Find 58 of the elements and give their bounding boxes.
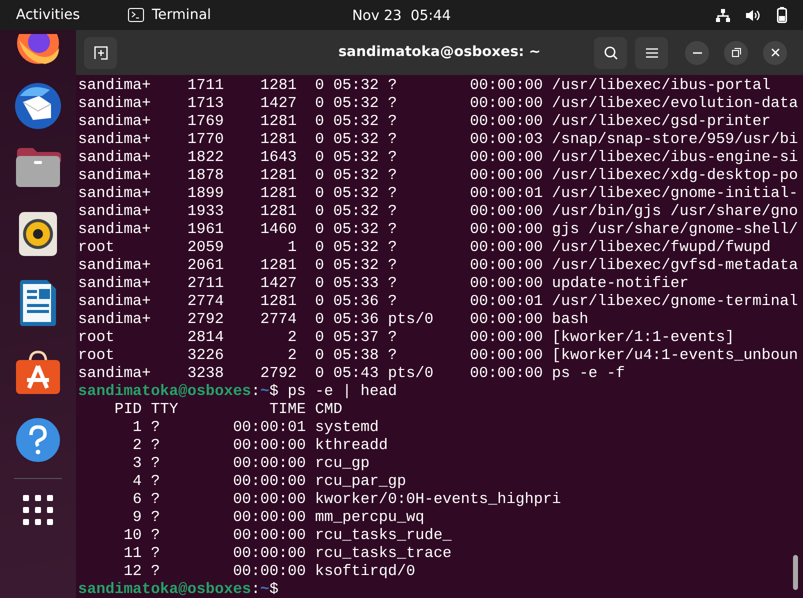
help-icon[interactable] bbox=[16, 418, 60, 462]
browser-icon[interactable] bbox=[15, 34, 61, 66]
output-line: sandima+ 1899 1281 0 05:32 ? 00:00:01 /usr/libexec/gnome-initial- bbox=[78, 184, 798, 202]
output-line: sandima+ 2774 1281 0 05:36 ? 00:00:01 /usr/libexec/gnome-terminal bbox=[78, 292, 798, 310]
output-line: sandima+ 3238 2792 0 05:43 pts/0 00:00:00 ps -e -f bbox=[78, 364, 625, 382]
close-icon bbox=[770, 48, 780, 57]
output-line: sandima+ 1822 1643 0 05:32 ? 00:00:00 /usr/libexec/ibus-engine-si bbox=[78, 148, 798, 166]
output-line: sandima+ 1769 1281 0 05:32 ? 00:00:00 /usr/libexec/gsd-printer bbox=[78, 112, 771, 130]
output-line: 11 ? 00:00:00 rcu_tasks_trace bbox=[122, 544, 452, 562]
output-line: sandima+ 2711 1427 0 05:33 ? 00:00:00 update-notifier bbox=[78, 274, 689, 292]
clock[interactable]: Nov 23 05:44 bbox=[352, 6, 451, 27]
speaker-icon[interactable] bbox=[19, 212, 57, 256]
output-line: sandima+ 1711 1281 0 05:32 ? 00:00:00 /usr/libexec/ibus-portal bbox=[78, 76, 771, 94]
scrollbar-thumb[interactable] bbox=[793, 555, 798, 590]
output-line: sandima+ 1961 1460 0 05:32 ? 00:00:00 gjs /usr/share/gnome-shell/ bbox=[78, 220, 798, 238]
output-line: PID TTY TIME CMD bbox=[113, 400, 342, 418]
output-line: sandima+ 1933 1281 0 05:32 ? 00:00:00 /usr/bin/gjs /usr/share/gno bbox=[78, 202, 798, 220]
output-line: 1 ? 00:00:01 systemd bbox=[132, 418, 379, 436]
network-icon[interactable] bbox=[716, 8, 730, 22]
close-button[interactable] bbox=[763, 40, 787, 64]
restore-icon bbox=[732, 48, 740, 57]
output-line: 2 ? 00:00:00 kthreadd bbox=[132, 436, 388, 454]
volume-icon[interactable] bbox=[746, 8, 761, 22]
output-line: sandima+ 2792 2774 0 05:36 pts/0 00:00:00 bash bbox=[78, 310, 588, 328]
shopping-bag-icon[interactable] bbox=[15, 350, 61, 394]
terminal-icon bbox=[128, 8, 144, 22]
prompt-line: sandimatoka@osboxes:~$ ps -e | head bbox=[78, 382, 398, 400]
folder-icon[interactable] bbox=[15, 146, 61, 188]
mail-icon[interactable] bbox=[14, 82, 62, 130]
output-line: 4 ? 00:00:00 rcu_par_gp bbox=[132, 472, 406, 490]
output-line: root 2059 1 0 05:32 ? 00:00:00 /usr/libexec/fwupd/fwupd bbox=[78, 238, 771, 256]
output-line: 12 ? 00:00:00 ksoftirqd/0 bbox=[122, 562, 416, 580]
minimize-icon bbox=[692, 52, 702, 54]
output-line: sandima+ 2061 1281 0 05:32 ? 00:00:00 /usr/libexec/gvfsd-metadata bbox=[78, 256, 798, 274]
menu-button[interactable] bbox=[635, 36, 668, 68]
output-line: sandima+ 1713 1427 0 05:32 ? 00:00:00 /usr/libexec/evolution-data bbox=[78, 94, 798, 112]
app-menu[interactable]: Terminal bbox=[152, 4, 212, 26]
output-line: root 2814 2 0 05:37 ? 00:00:00 [kworker/1:1-events] bbox=[78, 328, 734, 346]
output-line: 10 ? 00:00:00 rcu_tasks_rude_ bbox=[122, 526, 452, 544]
output-line: 6 ? 00:00:00 kworker/0:0H-events_highpri bbox=[132, 490, 562, 508]
new-tab-icon bbox=[94, 46, 108, 60]
menu-icon bbox=[646, 48, 658, 58]
maximize-button[interactable] bbox=[724, 40, 748, 64]
battery-icon[interactable] bbox=[777, 7, 787, 23]
activities-button[interactable]: Activities bbox=[16, 4, 80, 26]
output-line: 9 ? 00:00:00 mm_percpu_wq bbox=[132, 508, 424, 526]
app-grid-icon[interactable] bbox=[23, 495, 53, 525]
search-button[interactable] bbox=[594, 36, 627, 68]
window-title: sandimatoka@osboxes: ~ bbox=[338, 43, 541, 62]
minimize-button[interactable] bbox=[685, 40, 709, 64]
output-line: sandima+ 1878 1281 0 05:32 ? 00:00:00 /usr/libexec/xdg-desktop-po bbox=[78, 166, 798, 184]
output-line: root 3226 2 0 05:38 ? 00:00:00 [kworker/u4:1-events_unboun bbox=[78, 346, 798, 364]
document-icon[interactable] bbox=[19, 280, 57, 326]
search-icon bbox=[604, 46, 618, 60]
output-line: 3 ? 00:00:00 rcu_gp bbox=[132, 454, 370, 472]
prompt-line: sandimatoka@osboxes:~$ bbox=[78, 580, 279, 598]
new-tab-button[interactable] bbox=[84, 36, 117, 68]
output-line: sandima+ 1770 1281 0 05:32 ? 00:00:03 /snap/snap-store/959/usr/bi bbox=[78, 130, 798, 148]
